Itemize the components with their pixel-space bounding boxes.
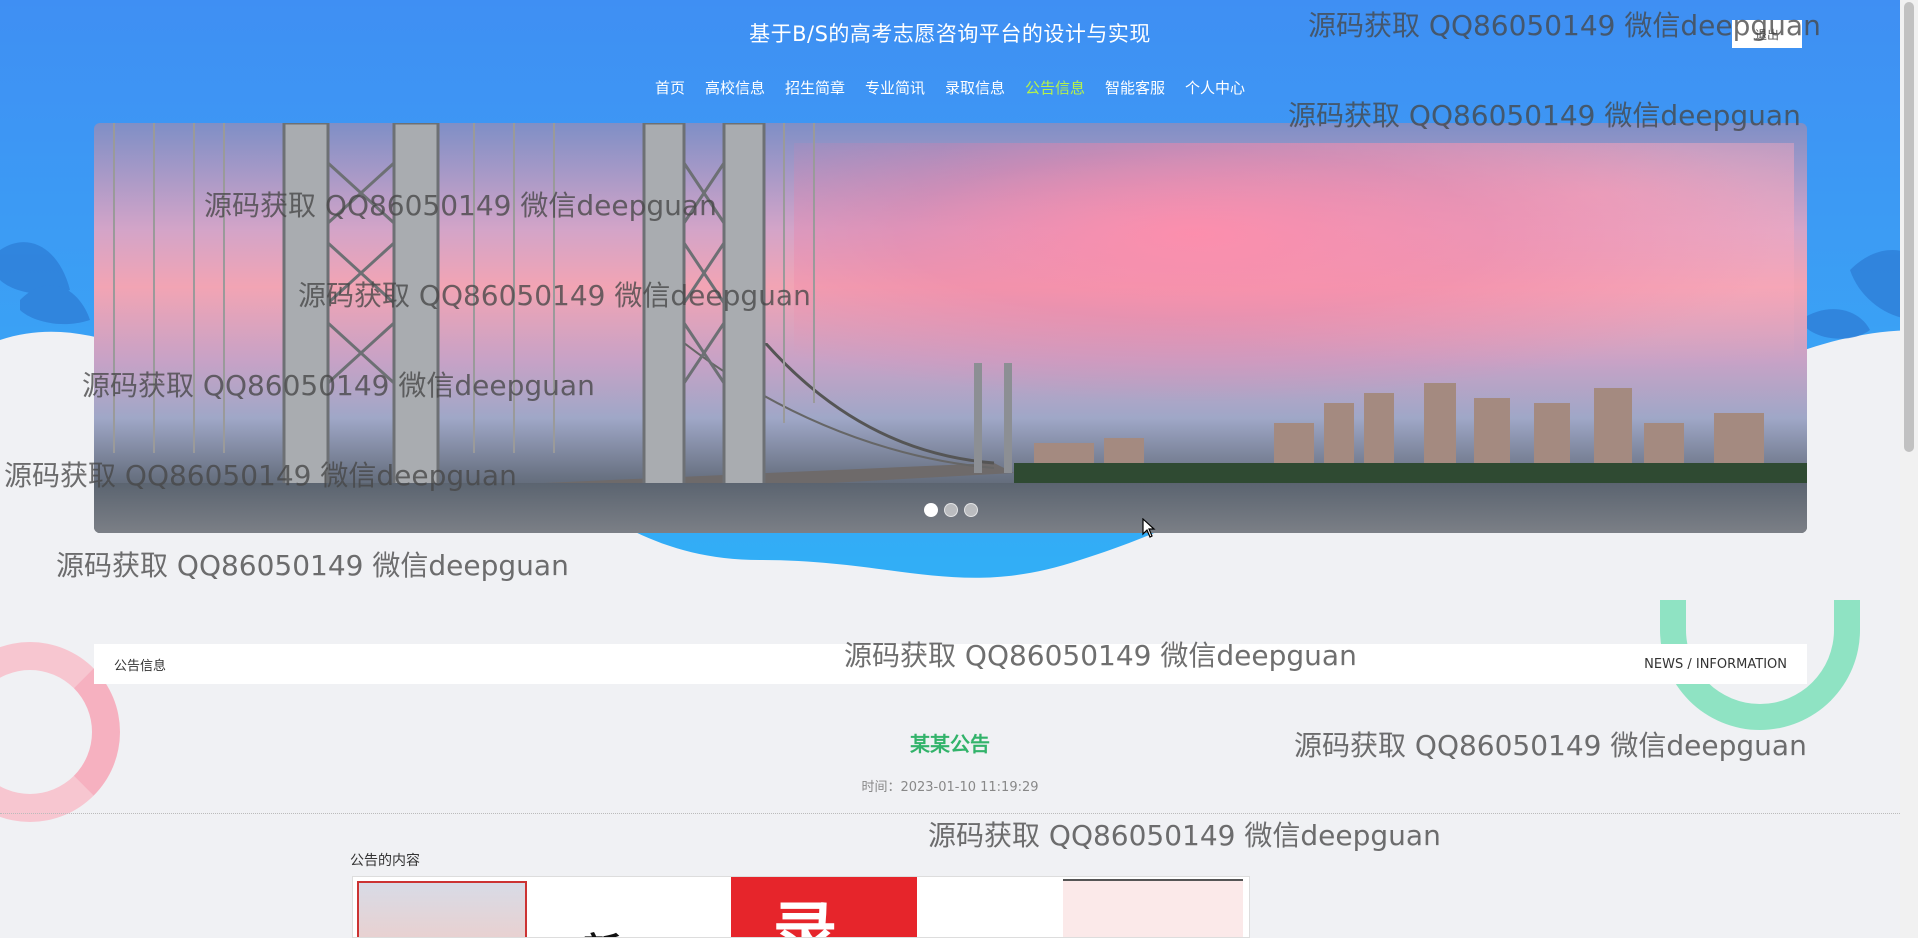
article-divider	[0, 813, 1900, 814]
banner-carousel[interactable]	[94, 123, 1807, 533]
section-title: 公告信息	[114, 658, 167, 674]
carousel-dot-1[interactable]	[924, 503, 938, 517]
carousel-dot-3[interactable]	[964, 503, 978, 517]
scrollbar-thumb[interactable]	[1904, 2, 1914, 452]
logout-button[interactable]: 退出	[1732, 20, 1802, 48]
carousel-dot-2[interactable]	[944, 503, 958, 517]
site-title: 基于B/S的高考志愿咨询平台的设计与实现	[749, 22, 1151, 46]
poster-left-panel	[357, 881, 527, 937]
article-content-label: 公告的内容	[350, 853, 420, 869]
article-content-image: 录 新	[352, 876, 1250, 938]
carousel-indicators	[924, 503, 978, 517]
nav-item-admission-info[interactable]: 录取信息	[945, 77, 1005, 98]
page-scrollbar[interactable]	[1900, 0, 1918, 938]
nav-item-admission-guide[interactable]: 招生简章	[785, 77, 845, 98]
poster-text: 新	[583, 921, 621, 937]
nav-item-announcements[interactable]: 公告信息	[1025, 77, 1085, 98]
mouse-cursor-icon	[1142, 518, 1156, 538]
main-nav: 首页 高校信息 招生简章 专业简讯 录取信息 公告信息 智能客服 个人中心	[0, 77, 1900, 98]
nav-item-universities[interactable]: 高校信息	[705, 77, 765, 98]
article-title: 某某公告	[910, 732, 990, 756]
nav-item-personal-center[interactable]: 个人中心	[1185, 77, 1245, 98]
poster-right-panel	[1063, 879, 1243, 937]
nav-item-smart-service[interactable]: 智能客服	[1105, 77, 1165, 98]
section-header-bar: 公告信息 NEWS / INFORMATION	[94, 644, 1807, 684]
nav-item-major-news[interactable]: 专业简讯	[865, 77, 925, 98]
section-subtitle: NEWS / INFORMATION	[1644, 656, 1787, 672]
article-time: 时间：2023-01-10 11:19:29	[861, 780, 1039, 795]
nav-item-home[interactable]: 首页	[655, 77, 685, 98]
banner-bridge-towers	[113, 123, 815, 533]
poster-big-char: 录	[773, 895, 837, 938]
watermark: 源码获取 QQ86050149 微信deepguan	[928, 819, 1441, 852]
